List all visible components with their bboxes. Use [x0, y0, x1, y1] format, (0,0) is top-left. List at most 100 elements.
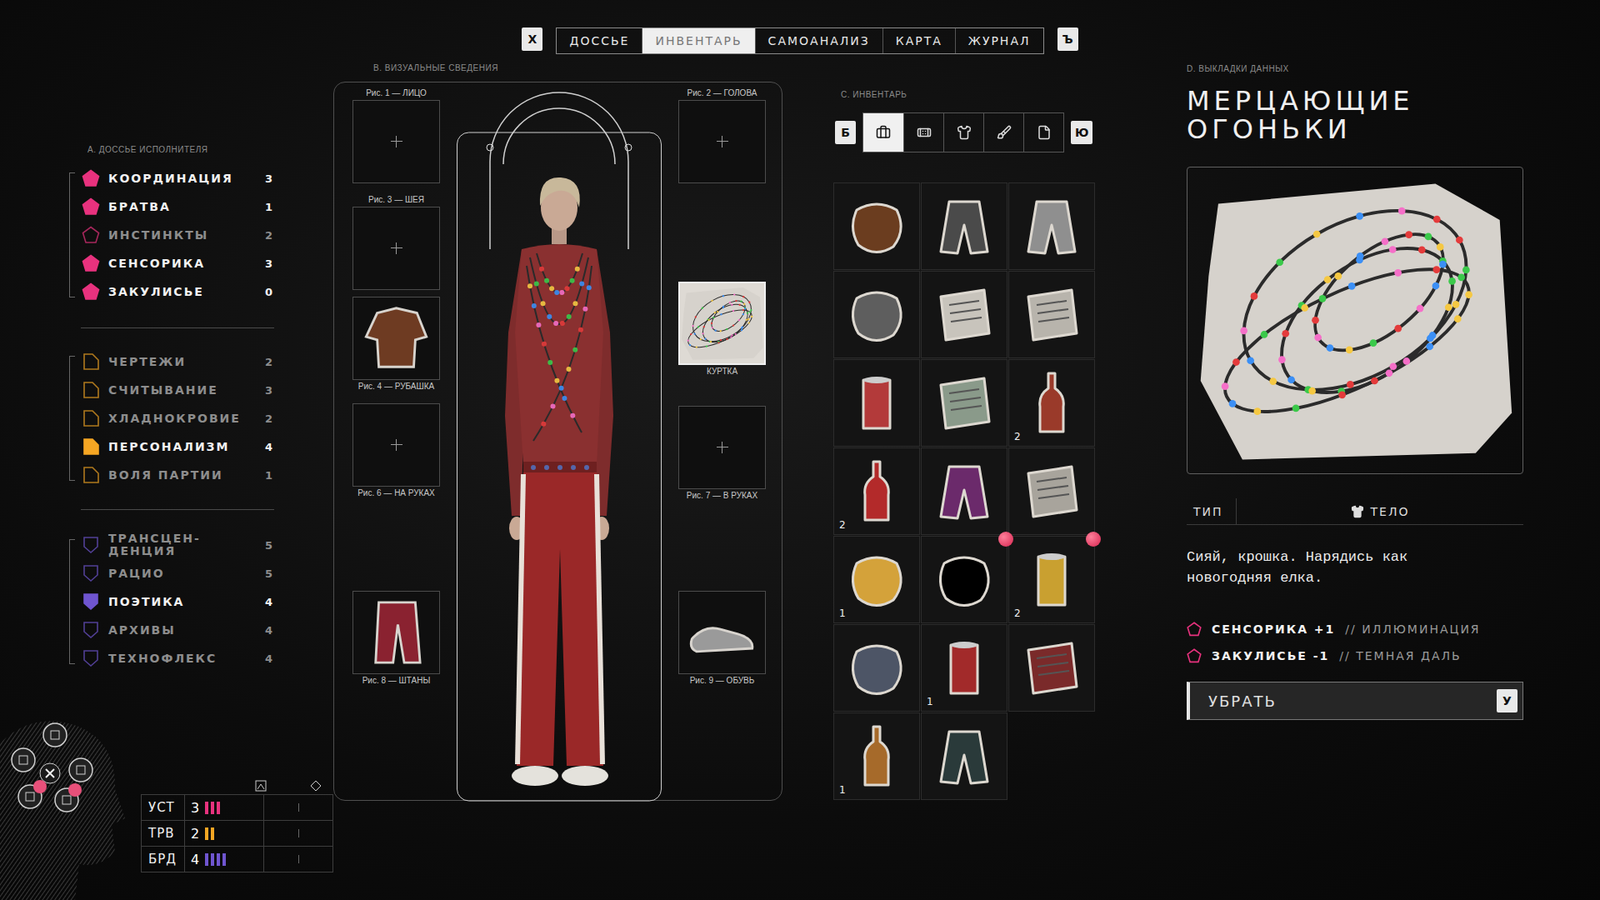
nav-tab[interactable]: КАРТА: [882, 28, 955, 54]
item-paper-icon: [929, 368, 1000, 439]
inventory-cell[interactable]: [1008, 182, 1095, 270]
equipment-slot[interactable]: Рис. 2 — ГОЛОВА: [678, 88, 766, 184]
skill-row[interactable]: ТРАНСЦЕН-ДЕНЦИЯ5: [81, 530, 273, 560]
inventory-cell[interactable]: 2: [833, 447, 920, 535]
inventory-cell[interactable]: [920, 359, 1008, 447]
inventory-cell[interactable]: 1: [833, 712, 920, 800]
slot-box[interactable]: [678, 100, 766, 184]
item-paper-icon: [1016, 633, 1087, 704]
skill-name: РАЦИО: [108, 567, 250, 580]
skill-row[interactable]: СЧИТЫВАНИЕ3: [81, 375, 273, 405]
equipment-slot[interactable]: Рис. 4 — РУБАШКА: [352, 296, 440, 392]
nav-tab[interactable]: ЖУРНАЛ: [955, 28, 1044, 54]
equipment-panel: Рис. 1 — ЛИЦО Рис. 3 — ШЕЯ Рис. 4 — РУБАШК…: [333, 81, 783, 801]
nav-tab[interactable]: ИНВЕНТАРЬ: [641, 28, 755, 54]
filter-button[interactable]: [903, 113, 944, 152]
equipment-slot[interactable]: Рис. 6 — НА РУКАХ: [352, 403, 440, 499]
inventory-cell[interactable]: [833, 624, 920, 712]
skill-row[interactable]: АРХИВЫ4: [81, 615, 273, 645]
slot-box[interactable]: [352, 590, 440, 675]
details-column: D. ВЫКЛАДКИ ДАННЫХМЕРЦАЮЩИЕ ОГОНЬКИТИПТЕ…: [1186, 60, 1524, 900]
skill-row[interactable]: ЧЕРТЕЖИ2: [81, 347, 273, 376]
character-frame: [456, 82, 662, 800]
inventory-cell[interactable]: [1008, 447, 1095, 535]
slot-box[interactable]: [678, 281, 766, 365]
skill-row[interactable]: ХЛАДНОКРОВИЕ2: [81, 404, 273, 433]
item-can-icon: [1016, 545, 1087, 615]
nav-tab[interactable]: САМОАНАЛИЗ: [755, 28, 883, 54]
slot-box[interactable]: [352, 296, 440, 380]
pip: [216, 853, 220, 866]
modifier-effect: // ТЕМНАЯ ДАЛЬ: [1339, 649, 1461, 663]
inventory-cell[interactable]: [833, 182, 920, 270]
skill-row[interactable]: ПЕРСОНАЛИЗМ4: [81, 432, 273, 461]
skill-row[interactable]: СЕНСОРИКА3: [81, 249, 273, 278]
skill-name: ТРАНСЦЕН-ДЕНЦИЯ: [108, 532, 250, 558]
filter-button[interactable]: [983, 113, 1024, 152]
item-image: [1186, 166, 1524, 475]
nav-tab[interactable]: ДОССЬЕ: [556, 28, 642, 54]
prev-filter-key[interactable]: Б: [835, 120, 856, 145]
head-menu-icon[interactable]: [0, 710, 138, 900]
skill-row[interactable]: ИНСТИНКТЫ2: [81, 220, 273, 250]
equipment-slot[interactable]: Рис. 8 — ШТАНЫ: [352, 590, 440, 686]
inventory-cell[interactable]: 2: [1008, 359, 1095, 447]
equipment-slot[interactable]: Рис. 9 — ОБУВЬ: [678, 590, 766, 686]
inventory-cell[interactable]: 1: [833, 535, 920, 624]
inventory-cell[interactable]: 1: [920, 624, 1008, 712]
stat-row: УСТ3: [140, 794, 334, 821]
pip: [210, 801, 215, 815]
slot-label: Рис. 7 — В РУКАХ: [686, 490, 758, 501]
shoes-icon: [680, 592, 765, 673]
stat-name: УСТ: [141, 795, 185, 820]
inventory-cell[interactable]: [833, 359, 920, 447]
inventory-cell[interactable]: [920, 447, 1008, 535]
inventory-cell[interactable]: [920, 535, 1008, 624]
pentagon-icon: [81, 282, 100, 301]
slot-box[interactable]: [352, 403, 440, 487]
item-count: 1: [839, 607, 846, 620]
item-bottle-icon: [841, 721, 912, 792]
stat-track: [263, 820, 333, 846]
skill-row[interactable]: ПОЭТИКА4: [81, 587, 273, 616]
item-blob-icon: [929, 545, 1000, 615]
inventory-cell[interactable]: [1008, 624, 1095, 712]
skill-name: СЕНСОРИКА: [108, 257, 250, 270]
skill-row[interactable]: РАЦИО5: [81, 559, 273, 588]
skill-row[interactable]: ВОЛЯ ПАРТИИ1: [81, 460, 273, 490]
slot-box[interactable]: [352, 100, 440, 184]
skill-row[interactable]: ЗАКУЛИСЬЕ0: [81, 277, 273, 306]
slot-box[interactable]: [678, 405, 766, 490]
skill-row[interactable]: БРАТВА1: [81, 192, 273, 221]
inventory-cell[interactable]: [833, 270, 920, 359]
inventory-cell[interactable]: [920, 712, 1008, 800]
filter-group: [862, 112, 1065, 153]
skill-row[interactable]: КООРДИНАЦИЯ3: [81, 164, 273, 193]
inventory-cell[interactable]: [1008, 270, 1095, 359]
skill-row[interactable]: ТЕХНОФЛЕКС4: [81, 644, 273, 673]
item-blob-icon: [841, 633, 912, 704]
inventory-cell[interactable]: [920, 270, 1008, 359]
filter-button[interactable]: [1023, 113, 1064, 152]
equipment-slot[interactable]: Рис. 1 — ЛИЦО: [352, 88, 440, 184]
diamond-icon[interactable]: [310, 780, 322, 792]
portrait-icon[interactable]: [255, 780, 267, 792]
slot-label: Рис. 4 — РУБАШКА: [358, 381, 435, 392]
slot-box[interactable]: [678, 590, 766, 675]
equipment-slot[interactable]: Рис. 3 — ШЕЯ: [352, 195, 440, 290]
inventory-cell[interactable]: [920, 182, 1008, 270]
inventory-cell[interactable]: 2: [1008, 535, 1095, 624]
filter-button[interactable]: [863, 113, 904, 152]
next-filter-key[interactable]: Ю: [1070, 120, 1093, 145]
equipment-slot[interactable]: КУРТКА: [678, 281, 766, 377]
remove-button[interactable]: УБРАТЬУ: [1186, 681, 1524, 720]
stat-row: ТРВ2: [140, 820, 334, 847]
filter-button[interactable]: [943, 113, 984, 152]
slot-box[interactable]: [352, 206, 440, 290]
skill-value: 3: [257, 172, 273, 185]
close-key[interactable]: Х: [521, 27, 543, 51]
new-badge: [1085, 531, 1101, 547]
next-key[interactable]: Ъ: [1057, 27, 1079, 51]
tab-icon: [81, 352, 100, 371]
equipment-slot[interactable]: Рис. 7 — В РУКАХ: [678, 405, 766, 501]
